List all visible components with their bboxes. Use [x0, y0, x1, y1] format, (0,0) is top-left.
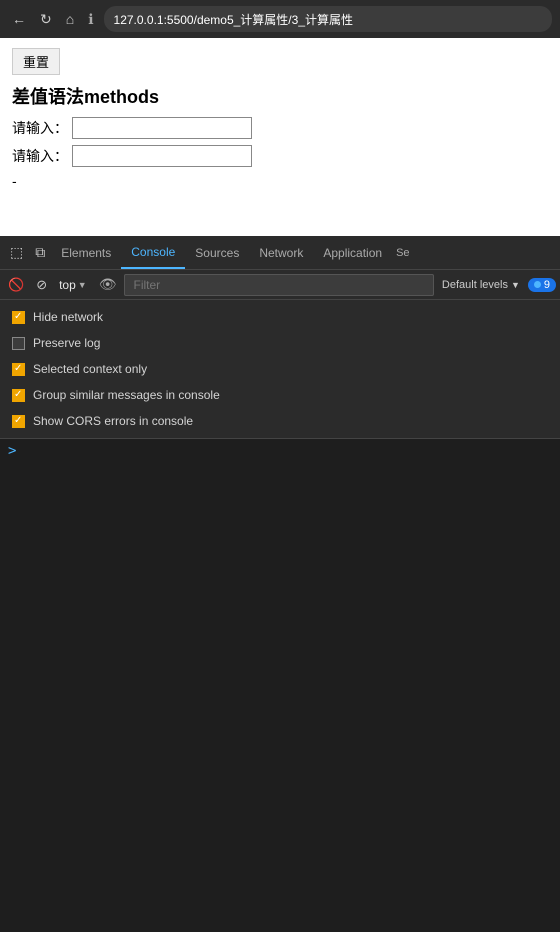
cors-errors-checkbox[interactable]	[12, 415, 25, 428]
badge-dot-icon	[534, 281, 541, 288]
filter-input[interactable]	[124, 274, 433, 296]
clear-console-button[interactable]: 🚫	[4, 275, 28, 295]
home-button[interactable]: ⌂	[62, 9, 78, 29]
info-icon: ℹ	[84, 9, 97, 30]
input-row-1: 请输入：	[12, 117, 548, 139]
devtools-device-icon[interactable]: ⧉	[29, 240, 51, 265]
context-selector[interactable]: top ▼	[55, 276, 91, 294]
console-prompt: >	[8, 443, 16, 459]
input2-label: 请输入：	[12, 146, 68, 166]
group-similar-label: Group similar messages in console	[33, 388, 220, 402]
context-arrow-icon: ▼	[78, 280, 87, 290]
back-button[interactable]: ←	[8, 9, 30, 29]
badge-count: 9	[544, 279, 550, 291]
tab-console[interactable]: Console	[121, 237, 185, 269]
default-levels-selector[interactable]: Default levels ▼	[438, 277, 524, 293]
input2-field[interactable]	[72, 145, 252, 167]
hide-network-label: Hide network	[33, 310, 103, 324]
option-row-selected-context: Selected context only	[12, 358, 548, 380]
group-similar-checkbox[interactable]	[12, 389, 25, 402]
selected-context-label: Selected context only	[33, 362, 147, 376]
browser-toolbar: ← ↻ ⌂ ℹ	[0, 0, 560, 38]
tab-application[interactable]: Application	[313, 238, 392, 268]
devtools-select-icon[interactable]: ⬚	[4, 240, 29, 265]
ban-icon[interactable]: ⊘	[32, 275, 51, 295]
address-bar[interactable]	[104, 6, 552, 32]
error-badge: 9	[528, 278, 556, 292]
page-title: 差值语法methods	[12, 83, 548, 109]
tab-sources[interactable]: Sources	[185, 238, 249, 268]
console-body[interactable]: >	[0, 439, 560, 932]
top-label: top	[59, 278, 76, 292]
reset-button[interactable]: 重置	[12, 48, 60, 75]
option-row-group-similar: Group similar messages in console	[12, 384, 548, 406]
option-row-hide-network: Hide network	[12, 306, 548, 328]
selected-context-checkbox[interactable]	[12, 363, 25, 376]
option-row-cors-errors: Show CORS errors in console	[12, 410, 548, 432]
input1-label: 请输入：	[12, 118, 68, 138]
tab-network[interactable]: Network	[249, 238, 313, 268]
console-toolbar: 🚫 ⊘ top ▼ 👁 Default levels ▼ 9	[0, 270, 560, 300]
cors-errors-label: Show CORS errors in console	[33, 414, 193, 428]
page-content: 重置 差值语法methods 请输入： 请输入： -	[0, 38, 560, 236]
eye-icon[interactable]: 👁	[95, 274, 121, 295]
input-row-2: 请输入：	[12, 145, 548, 167]
tab-elements[interactable]: Elements	[51, 238, 121, 268]
devtools-tab-bar: ⬚ ⧉ Elements Console Sources Network App…	[0, 236, 560, 270]
preserve-log-label: Preserve log	[33, 336, 100, 350]
input1-field[interactable]	[72, 117, 252, 139]
tab-more-label: Se	[392, 239, 413, 267]
devtools-panel: ⬚ ⧉ Elements Console Sources Network App…	[0, 236, 560, 932]
reload-button[interactable]: ↻	[36, 9, 56, 30]
option-row-preserve-log: Preserve log	[12, 332, 548, 354]
console-options-panel: Hide network Preserve log Selected conte…	[0, 300, 560, 439]
preserve-log-checkbox[interactable]	[12, 337, 25, 350]
dash-text: -	[12, 173, 548, 189]
default-levels-label: Default levels	[442, 279, 508, 291]
hide-network-checkbox[interactable]	[12, 311, 25, 324]
levels-arrow-icon: ▼	[511, 280, 520, 290]
